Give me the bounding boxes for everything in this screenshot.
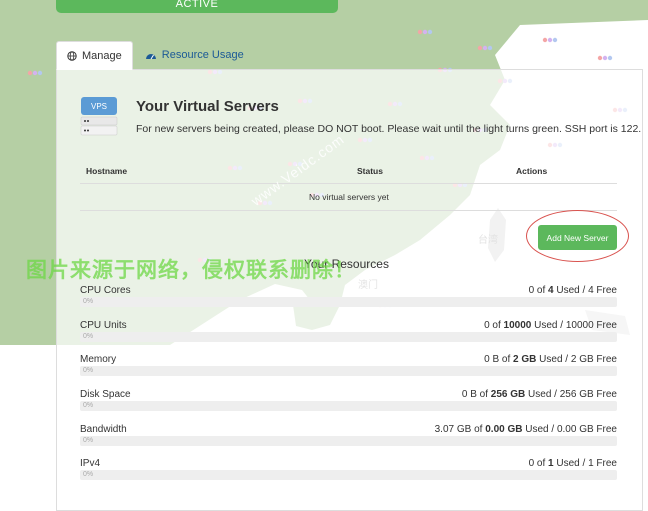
resource-progress-label: 0% <box>83 298 94 305</box>
resource-total: 1 <box>548 458 554 469</box>
resource-progress-label: 0% <box>83 333 94 340</box>
resource-total: 10000 <box>503 320 532 331</box>
resource-usage-text: 0 B of 2 GB Used / 2 GB Free <box>484 354 617 365</box>
resource-name: Memory <box>80 354 117 365</box>
resource-free: 0.00 GB Free <box>556 424 617 435</box>
empty-servers-message: No virtual servers yet <box>309 192 389 202</box>
resource-progress-bar: 0% <box>80 436 617 446</box>
vps-icon-label: VPS <box>91 102 107 111</box>
vps-server-icon: VPS <box>80 96 118 136</box>
add-new-server-button[interactable]: Add New Server <box>538 225 617 250</box>
column-header-hostname: Hostname <box>86 166 128 176</box>
resource-usage-text: 0 of 10000 Used / 10000 Free <box>484 320 617 331</box>
resource-used: 0 <box>528 458 535 469</box>
resource-free: 2 GB Free <box>570 354 617 365</box>
resource-usage-text: 0 of 4 Used / 4 Free <box>529 285 617 296</box>
resource-usage-text: 0 of 1 Used / 1 Free <box>529 458 617 469</box>
tab-manage[interactable]: Manage <box>56 41 133 70</box>
tab-resource-usage-label: Resource Usage <box>161 49 244 61</box>
resource-progress-label: 0% <box>83 471 94 478</box>
resource-total: 2 GB <box>513 354 537 365</box>
resource-usage-text: 0 B of 256 GB Used / 256 GB Free <box>462 389 617 400</box>
resource-free: 256 GB Free <box>559 389 617 400</box>
resource-separator: / <box>551 424 555 435</box>
resource-progress-label: 0% <box>83 367 94 374</box>
resource-used-label: Used <box>534 320 558 331</box>
resource-progress-label: 0% <box>83 402 94 409</box>
page-title: Your Virtual Servers <box>136 98 279 115</box>
resource-used-label: Used <box>556 458 580 469</box>
map-marker <box>597 55 613 61</box>
resource-progress-bar: 0% <box>80 401 617 411</box>
resource-of: of <box>501 354 511 365</box>
resource-of: of <box>492 320 501 331</box>
column-header-actions: Actions <box>516 166 548 176</box>
resource-progress-label: 0% <box>83 437 94 444</box>
resource-name: CPU Cores <box>80 285 131 296</box>
resource-name: Disk Space <box>80 389 131 400</box>
resource-of: of <box>479 389 488 400</box>
resource-free: 4 Free <box>588 285 617 296</box>
resource-used: 0 B <box>484 354 500 365</box>
table-header-divider <box>80 183 617 184</box>
resource-used: 0 <box>484 320 490 331</box>
resource-used-label: Used <box>556 285 580 296</box>
resource-name: IPv4 <box>80 458 101 469</box>
resource-free: 1 Free <box>588 458 617 469</box>
map-marker <box>477 45 493 51</box>
resource-of: of <box>536 285 546 296</box>
resource-separator: / <box>582 285 586 296</box>
column-header-status: Status <box>357 166 383 176</box>
resource-total: 0.00 GB <box>485 424 523 435</box>
active-status-bar: ACTIVE <box>56 0 338 13</box>
resource-separator: / <box>554 389 557 400</box>
resource-name: Bandwidth <box>80 424 127 435</box>
resource-used-label: Used <box>539 354 563 365</box>
resource-separator: / <box>565 354 569 365</box>
resource-used: 3.07 GB <box>434 424 472 435</box>
resource-progress-bar: 0% <box>80 366 617 376</box>
map-marker <box>27 70 43 76</box>
globe-icon <box>67 50 77 61</box>
map-marker <box>417 29 433 35</box>
boot-notice: For new servers being created, please DO… <box>136 123 642 135</box>
resource-progress-bar: 0% <box>80 297 617 307</box>
resource-total: 256 GB <box>490 389 526 400</box>
resource-name: CPU Units <box>80 320 127 331</box>
resource-total: 4 <box>548 285 554 296</box>
resource-usage-text: 3.07 GB of 0.00 GB Used / 0.00 GB Free <box>435 424 617 435</box>
map-marker <box>542 37 558 43</box>
resource-separator: / <box>582 458 586 469</box>
tab-bar: Manage Resource Usage <box>56 41 254 70</box>
resource-progress-bar: 0% <box>80 332 617 342</box>
watermark-text: 图片来源于网络，侵权联系删除！ <box>26 259 356 282</box>
resource-used: 0 <box>528 285 535 296</box>
resource-used-label: Used <box>528 389 552 400</box>
tab-resource-usage[interactable]: Resource Usage <box>135 41 254 69</box>
tab-manage-label: Manage <box>82 49 122 62</box>
resource-used-label: Used <box>525 424 549 435</box>
resource-free: 10000 Free <box>565 320 617 331</box>
resource-progress-bar: 0% <box>80 470 617 480</box>
dashboard-icon <box>145 51 157 60</box>
resource-of: of <box>474 424 483 435</box>
resource-separator: / <box>560 320 564 331</box>
table-bottom-divider <box>80 210 617 211</box>
resource-used: 0 B <box>461 389 477 400</box>
resource-of: of <box>536 458 546 469</box>
